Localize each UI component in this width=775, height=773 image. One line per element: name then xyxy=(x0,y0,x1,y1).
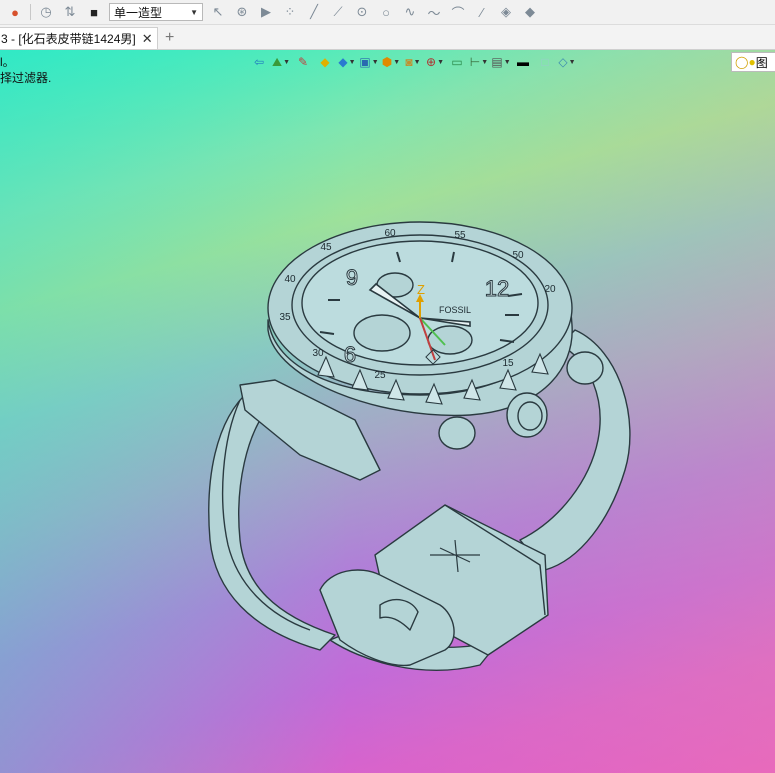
color-black-icon[interactable]: ▬ xyxy=(512,53,534,71)
render-style-icon[interactable]: ⬢ ▼ xyxy=(380,53,402,71)
filter-icon[interactable]: ⇅ xyxy=(61,3,79,21)
plane-icon[interactable]: ◈ xyxy=(497,3,515,21)
display-icon[interactable]: ▤ ▼ xyxy=(490,53,512,71)
view-toolbar: ⇦ ⛰ ▼ ✎ ◆ ◆ ▼ ▣ ▼ ⬢ ▼ ◙ ▼ ⊕ ▼ ▭ ⊢ ▼ ▤ ▼ ▬ □ ◇ ▼ xyxy=(248,52,578,72)
line2-icon[interactable]: ⟋ xyxy=(329,3,347,21)
line-icon[interactable]: ╱ xyxy=(305,3,323,21)
view-orient-icon[interactable]: ⛰ ▼ xyxy=(270,53,292,71)
measure-icon[interactable]: ✎ xyxy=(292,53,314,71)
mode-select[interactable]: 单一造型 ▼ xyxy=(109,3,203,21)
light-toggle[interactable]: ◯ ● 图 xyxy=(731,52,775,72)
sketch-line-icon[interactable]: ⁄ xyxy=(473,3,491,21)
chevron-down-icon: ▼ xyxy=(190,7,198,17)
3d-viewport[interactable] xyxy=(0,50,775,773)
arc-icon[interactable]: ⌒ xyxy=(449,3,467,21)
layer-icon[interactable]: ▭ xyxy=(446,53,468,71)
sun-icon: ● xyxy=(748,55,756,69)
close-icon[interactable]: ✕ xyxy=(142,31,153,47)
document-tab-bar: 3 - [化石表皮带链1424男] ✕ + xyxy=(0,25,775,50)
spline-icon[interactable]: ∿ xyxy=(401,3,419,21)
document-tab-title: 3 - [化石表皮带链1424男] xyxy=(1,32,136,46)
select-arrow-icon[interactable]: ↖ xyxy=(209,3,227,21)
circle-center-icon[interactable]: ⊙ xyxy=(353,3,371,21)
main-toolbar: ● ◷ ⇅ ■ 单一造型 ▼ ↖ ⊛ ▶ ⁘ ╱ ⟋ ⊙ ○ ∿ 〜 ⌒ ⁄ ◈… xyxy=(0,0,775,25)
points-icon[interactable]: ⁘ xyxy=(281,3,299,21)
surface-icon[interactable]: ◆ xyxy=(521,3,539,21)
new-tab-button[interactable]: + xyxy=(165,29,174,47)
stop-icon[interactable]: ■ xyxy=(85,3,103,21)
play-icon[interactable]: ▶ xyxy=(257,3,275,21)
toolbar-separator xyxy=(30,4,31,20)
section-icon[interactable]: ◙ ▼ xyxy=(402,53,424,71)
status-message-1: l。 xyxy=(0,55,15,69)
mode-select-value: 单一造型 xyxy=(114,5,163,20)
status-message-2: 择过滤器. xyxy=(0,71,52,85)
cube-yellow-icon[interactable]: ◆ xyxy=(314,53,336,71)
history-icon[interactable]: ◷ xyxy=(37,3,55,21)
light-label: 图 xyxy=(755,55,768,70)
pick-icon[interactable]: ⊛ xyxy=(233,3,251,21)
circle-icon[interactable]: ○ xyxy=(377,3,395,21)
snap-icon[interactable]: ⊕ ▼ xyxy=(424,53,446,71)
lightbulb-icon: ◯ xyxy=(735,55,749,69)
dimension-icon[interactable]: ⊢ ▼ xyxy=(468,53,490,71)
cube-blue-icon[interactable]: ◆ ▼ xyxy=(336,53,358,71)
layers-icon[interactable]: ◇ ▼ xyxy=(556,53,578,71)
view-exit-icon[interactable]: ⇦ xyxy=(248,53,270,71)
app-icon[interactable]: ● xyxy=(6,3,24,21)
document-tab[interactable]: 3 - [化石表皮带链1424男] ✕ xyxy=(0,27,158,49)
view-cube-icon[interactable]: ▣ ▼ xyxy=(358,53,380,71)
color-light-icon[interactable]: □ xyxy=(534,53,556,71)
curve-icon[interactable]: 〜 xyxy=(425,3,443,21)
